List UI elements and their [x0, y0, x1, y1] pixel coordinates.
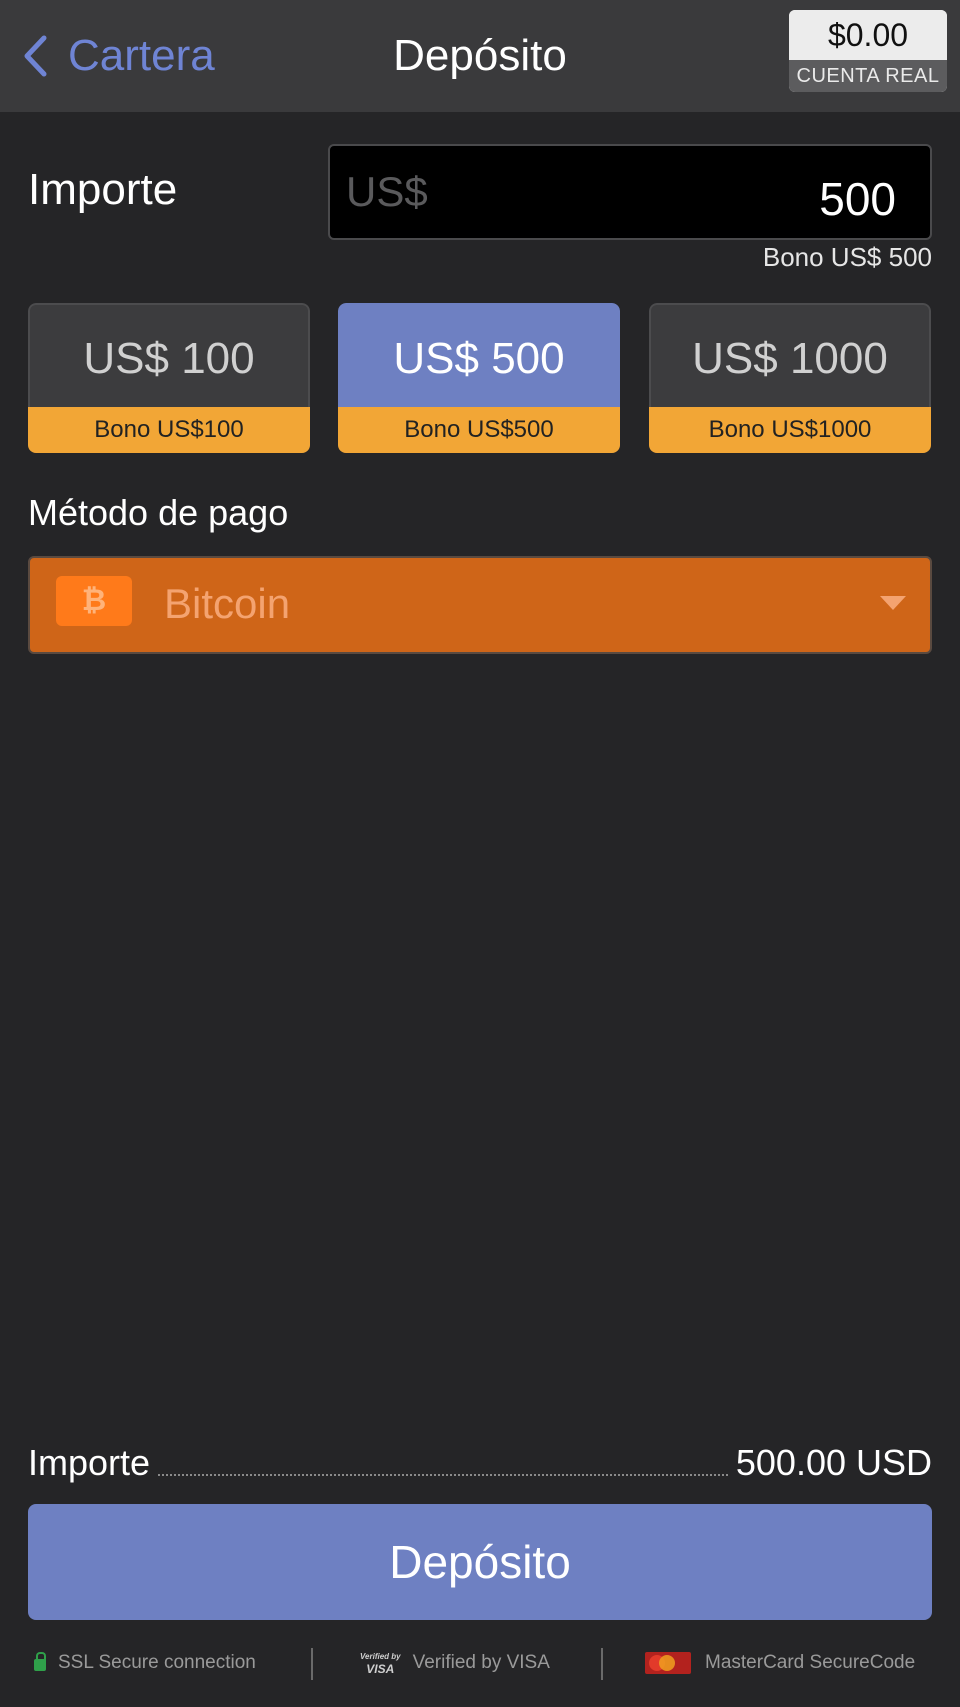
visa-logo-icon: Verified by VISA — [360, 1652, 401, 1676]
account-type-label: CUENTA REAL — [789, 60, 947, 92]
preset-bonus: Bono US$500 — [338, 407, 620, 453]
amount-summary: Importe 500.00 USD — [28, 1434, 932, 1484]
visa-badge: Verified by VISA Verified by VISA — [360, 1650, 550, 1676]
payment-method-label: Método de pago — [28, 492, 289, 533]
preset-bonus: Bono US$100 — [28, 407, 310, 453]
bonus-note: Bono US$ 500 — [762, 242, 932, 272]
currency-prefix: US$ — [346, 168, 428, 215]
leader-dots — [158, 1474, 728, 1476]
divider — [311, 1648, 313, 1680]
top-bar: Cartera Depósito $0.00 CUENTA REAL — [0, 0, 960, 112]
divider — [601, 1648, 603, 1680]
preset-amount: US$ 100 — [28, 303, 310, 407]
payment-method-select[interactable]: ₿ Bitcoin — [28, 556, 932, 654]
preset-amount: US$ 1000 — [649, 303, 931, 407]
ssl-text: SSL Secure connection — [58, 1652, 256, 1673]
mastercard-badge: MasterCard SecureCode — [645, 1650, 915, 1676]
visa-text: Verified by VISA — [412, 1652, 550, 1673]
mastercard-text: MasterCard SecureCode — [705, 1652, 916, 1673]
preset-bonus: Bono US$1000 — [649, 407, 931, 453]
mastercard-logo-icon — [645, 1652, 691, 1674]
summary-label: Importe — [28, 1442, 151, 1483]
lock-icon — [34, 1652, 46, 1671]
summary-value: 500.00 USD — [735, 1442, 932, 1483]
preset-500-button[interactable]: US$ 500 Bono US$500 — [338, 303, 620, 453]
amount-input[interactable]: US$ 500 — [328, 144, 932, 240]
security-footer: SSL Secure connection Verified by VISA V… — [0, 1640, 960, 1686]
payment-method-value: Bitcoin — [164, 580, 291, 627]
account-balance[interactable]: $0.00 CUENTA REAL — [789, 10, 947, 92]
caret-down-icon — [880, 596, 906, 610]
amount-label: Importe — [28, 165, 178, 214]
preset-1000-button[interactable]: US$ 1000 Bono US$1000 — [649, 303, 931, 453]
preset-100-button[interactable]: US$ 100 Bono US$100 — [28, 303, 310, 453]
deposit-button[interactable]: Depósito — [28, 1504, 932, 1620]
balance-amount: $0.00 — [789, 10, 947, 60]
amount-value: 500 — [819, 173, 896, 225]
ssl-badge: SSL Secure connection — [34, 1650, 256, 1676]
bitcoin-icon: ₿ — [56, 576, 132, 626]
preset-amount: US$ 500 — [338, 303, 620, 407]
